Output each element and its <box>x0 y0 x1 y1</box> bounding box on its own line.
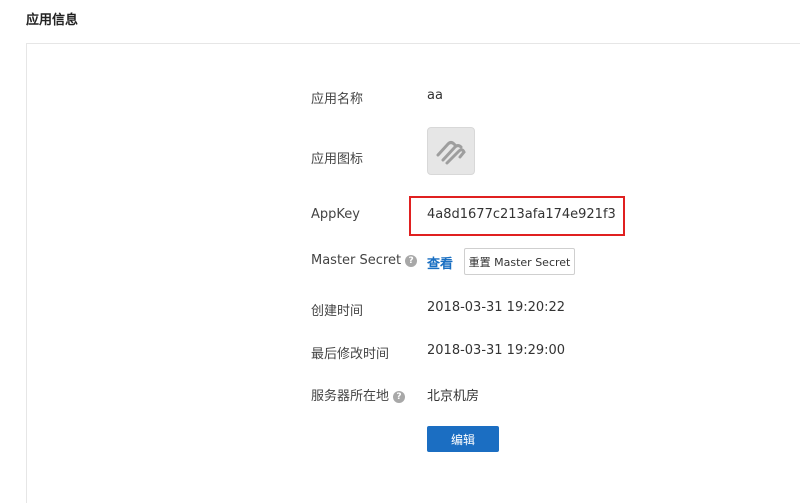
master-secret-label-row: Master Secret? <box>311 253 418 268</box>
appkey-value: 4a8d1677c213afa174e921f3 <box>427 207 616 222</box>
master-secret-label: Master Secret <box>311 253 402 268</box>
app-placeholder-icon <box>427 127 475 175</box>
appkey-label: AppKey <box>311 207 360 222</box>
server-location-value: 北京机房 <box>427 389 480 404</box>
app-icon-label: 应用图标 <box>311 152 364 167</box>
created-time-label: 创建时间 <box>311 304 364 319</box>
modified-time-label: 最后修改时间 <box>311 347 390 362</box>
question-mark-icon[interactable]: ? <box>405 254 418 267</box>
created-time-value: 2018-03-31 19:20:22 <box>427 300 566 315</box>
reset-master-secret-button[interactable]: 重置 Master Secret <box>464 248 575 275</box>
view-master-secret-link[interactable]: 查看 <box>427 253 453 272</box>
server-location-label-row: 服务器所在地? <box>311 385 406 404</box>
page-title: 应用信息 <box>26 13 79 28</box>
app-name-value: aa <box>427 88 443 103</box>
app-name-label: 应用名称 <box>311 92 364 107</box>
modified-time-value: 2018-03-31 19:29:00 <box>427 343 566 358</box>
question-mark-icon[interactable]: ? <box>393 390 406 403</box>
edit-button[interactable]: 编辑 <box>427 426 499 452</box>
server-location-label: 服务器所在地 <box>311 389 390 404</box>
app-info-panel <box>26 43 800 503</box>
app-logo-icon <box>436 141 466 165</box>
